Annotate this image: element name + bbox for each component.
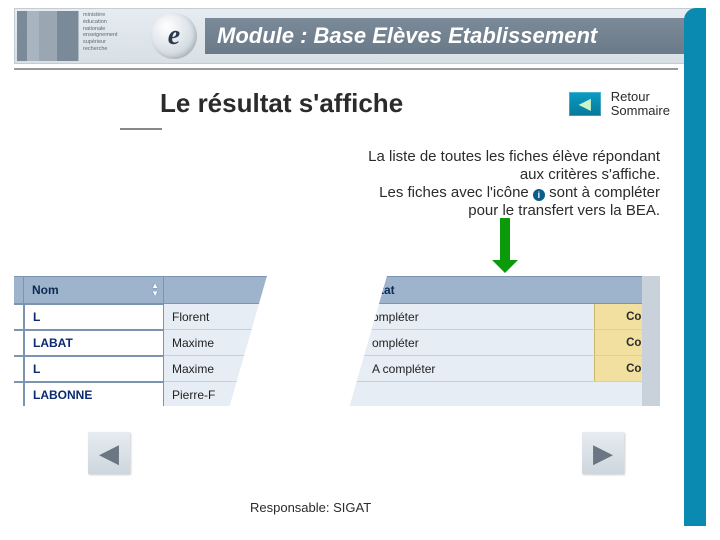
back-to-summary-button[interactable]: ◀	[569, 92, 601, 116]
back-label: Retour Sommaire	[611, 90, 670, 118]
app-header: ministère éducation nationale enseigneme…	[14, 8, 706, 64]
prev-slide-button[interactable]: ◀	[88, 432, 130, 474]
col-etat[interactable]: Etat▲▼	[364, 276, 660, 304]
e-badge-logo: e	[151, 13, 197, 59]
header-underline	[14, 66, 678, 70]
incomplete-icon: i	[533, 189, 545, 201]
right-accent-bar	[684, 8, 706, 526]
results-table-wrap: Nom▲▼ Etat▲▼ L Florent ompléterCompléter…	[14, 276, 660, 406]
header-photo	[17, 11, 79, 61]
arrow-down-icon	[500, 218, 510, 260]
divider-line	[120, 128, 162, 130]
next-slide-button[interactable]: ▶	[582, 432, 624, 474]
completer-button[interactable]: Compléter	[594, 330, 660, 355]
col-nom[interactable]: Nom▲▼	[24, 276, 164, 304]
sort-icon: ▲▼	[151, 282, 159, 298]
triangle-right-icon: ▶	[593, 438, 613, 469]
triangle-left-icon: ◀	[579, 94, 591, 114]
col-checkbox	[14, 276, 24, 304]
module-title: Module : Base Elèves Etablissement	[205, 18, 697, 54]
triangle-left-icon: ◀	[99, 438, 119, 469]
ministry-text: ministère éducation nationale enseigneme…	[83, 11, 143, 61]
responsable-footer: Responsable: SIGAT	[250, 500, 371, 515]
results-table-scroll[interactable]: Nom▲▼ Etat▲▼ L Florent ompléterCompléter…	[14, 276, 660, 406]
completer-button[interactable]: Compléter	[594, 356, 660, 381]
completer-button[interactable]: Compléter	[594, 304, 660, 329]
description-block: La liste de toutes les fiches élève répo…	[300, 148, 660, 220]
page-title: Le résultat s'affiche	[160, 88, 403, 119]
